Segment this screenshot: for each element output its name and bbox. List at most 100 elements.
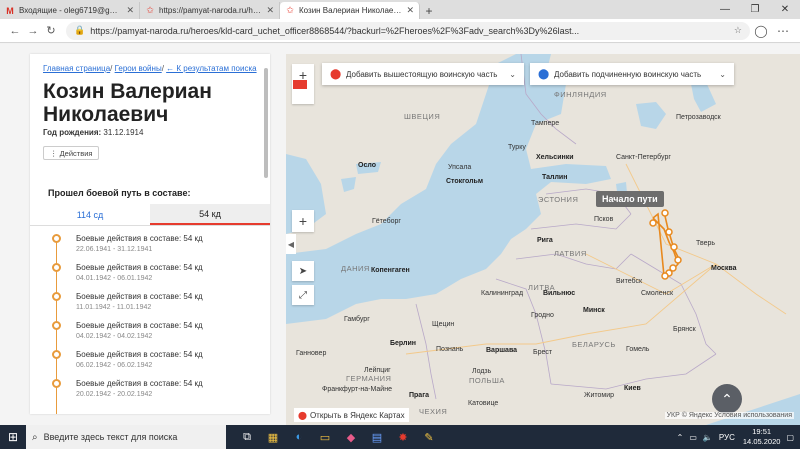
map-label-poznan: Познань: [436, 346, 464, 353]
red-marker-swatch: [293, 80, 307, 89]
profile-icon[interactable]: ◯: [750, 24, 772, 38]
map-label-pskov: Псков: [594, 216, 614, 223]
zoom-out-panel: +: [292, 210, 314, 232]
map-label-berlin: Берлин: [390, 340, 417, 347]
map-label-lodz: Лодзь: [472, 368, 492, 375]
map-label-minsk: Минск: [583, 307, 605, 314]
red-pin-icon: ⬤: [330, 68, 342, 80]
map-label-katowice: Катовице: [468, 400, 499, 407]
map-label-brest: Брест: [533, 349, 553, 356]
map-label-germany: ГЕРМАНИЯ: [346, 374, 392, 383]
map-label-denmark: ДАНИЯ: [341, 264, 370, 273]
map-copyright: УКР © Яндекс Условия использования: [664, 412, 794, 419]
collapse-panel-arrow-icon[interactable]: ◀: [286, 234, 296, 254]
map-label-tallinn: Таллин: [542, 174, 568, 181]
bookmark-star-icon[interactable]: ☆: [728, 25, 742, 36]
map-label-goteborg: Гётеборг: [372, 218, 401, 225]
map-label-latvia: ЛАТВИЯ: [554, 249, 587, 258]
forward-arrow-icon[interactable]: →: [24, 25, 42, 37]
chevron-down-icon: ⌄: [509, 69, 516, 79]
timeline-item[interactable]: Боевые действия в составе: 54 кд 20.02.1…: [30, 377, 270, 406]
map-label-bryansk: Брянск: [673, 326, 696, 333]
browser-tab-active[interactable]: ✩ Козин Валериан Николаевич ✕: [280, 2, 420, 19]
close-tab-icon[interactable]: ✕: [406, 5, 414, 16]
hero-card: Главная страница/ Герои войны/ ← К резул…: [30, 54, 270, 414]
app-icon-2[interactable]: ◆: [338, 425, 364, 449]
breadcrumb-back-to-results[interactable]: ← К результатам поиска: [166, 64, 256, 73]
map-label-spb: Санкт-Петербург: [616, 154, 671, 161]
close-tab-icon[interactable]: ✕: [266, 5, 274, 16]
timeline-dot: [52, 263, 61, 272]
new-tab-button[interactable]: +: [420, 2, 438, 19]
task-view-icon[interactable]: ⧉: [234, 425, 260, 449]
open-in-yandex-maps-link[interactable]: ⬤ Открыть в Яндекс Картах: [294, 408, 409, 422]
geolocation-button[interactable]: ➤: [292, 261, 314, 281]
breadcrumb-home[interactable]: Главная страница: [43, 64, 110, 73]
maximize-icon[interactable]: ❐: [740, 0, 770, 19]
close-window-icon[interactable]: ✕: [770, 0, 800, 19]
map-label-vitebsk: Витебск: [616, 278, 643, 285]
url-field[interactable]: 🔒 https://pamyat-naroda.ru/heroes/kld-ca…: [66, 21, 750, 40]
map-label-prague: Прага: [409, 392, 430, 399]
network-icon[interactable]: ▭: [689, 433, 697, 442]
star-icon: ✩: [286, 5, 294, 15]
tab-114-sd[interactable]: 114 сд: [30, 204, 150, 225]
card-scrollbar[interactable]: [264, 68, 268, 178]
fullscreen-button[interactable]: ⤢: [292, 285, 314, 305]
timeline-item[interactable]: Боевые действия в составе: 54 кд 04.01.1…: [30, 261, 270, 290]
search-icon: ⌕: [32, 431, 38, 443]
superior-unit-select[interactable]: ⬤ Добавить вышестоящую воинскую часть ⌄: [322, 63, 524, 85]
volume-icon[interactable]: 🔈: [703, 433, 713, 442]
app-icon-4[interactable]: ✸: [390, 425, 416, 449]
windows-start-icon[interactable]: ⊞: [0, 425, 26, 449]
timeline-item[interactable]: Боевые действия в составе: 54 кд 06.02.1…: [30, 348, 270, 377]
map-label-hamburg: Гамбург: [344, 316, 370, 323]
browser-tab-gmail[interactable]: M Входящие - oleg6719@gmail.co ✕: [0, 2, 140, 19]
taskbar-search[interactable]: ⌕ Введите здесь текст для поиска: [26, 425, 226, 449]
edge-icon[interactable]: ◐: [286, 425, 312, 449]
reload-icon[interactable]: ↻: [42, 24, 60, 37]
timeline-item[interactable]: Боевые действия в составе: 54 кд 04.02.1…: [30, 319, 270, 348]
back-arrow-icon[interactable]: ←: [6, 25, 24, 37]
tab-54-kd[interactable]: 54 кд: [150, 204, 270, 225]
combat-timeline: Боевые действия в составе: 54 кд 22.06.1…: [30, 232, 270, 414]
blue-pin-icon: ⬤: [538, 68, 550, 80]
combat-path-heading: Прошел боевой путь в составе:: [48, 188, 191, 198]
tray-arrow-icon[interactable]: ⌃: [677, 433, 684, 442]
map-label-belarus: БЕЛАРУСЬ: [572, 340, 616, 349]
zoom-out-button[interactable]: +: [292, 210, 314, 232]
notifications-icon[interactable]: ▢: [786, 433, 794, 442]
map-label-sweden: ШВЕЦИЯ: [404, 112, 441, 121]
unit-tabs: 114 сд 54 кд: [30, 204, 270, 226]
map-label-uppsala: Упсала: [448, 164, 472, 171]
explorer-icon[interactable]: ▭: [312, 425, 338, 449]
map-label-petrozavodsk: Петрозаводск: [676, 114, 721, 121]
subordinate-unit-select[interactable]: ⬤ Добавить подчиненную воинскую часть ⌄: [530, 63, 734, 85]
birth-date: Год рождения: 31.12.1914: [43, 128, 144, 137]
actions-button[interactable]: ⋮ Действия: [43, 146, 100, 160]
map-label-riga: Рига: [537, 237, 553, 244]
scroll-up-button[interactable]: ⌃: [712, 384, 742, 414]
pinned-apps: ⧉ ▦ ◐ ▭ ◆ ▤ ✸ ✎: [234, 425, 442, 449]
minimize-icon[interactable]: —: [710, 0, 740, 19]
app-icon-3[interactable]: ▤: [364, 425, 390, 449]
breadcrumb-heroes[interactable]: Герои войны: [115, 64, 162, 73]
path-start-label: Начало пути: [596, 191, 664, 207]
clock[interactable]: 19:51 14.05.2020: [743, 427, 781, 447]
timeline-dot: [52, 292, 61, 301]
timeline-item[interactable]: Боевые действия в составе: 54 кд 22.06.1…: [30, 232, 270, 261]
map-label-stockholm: Стокгольм: [446, 178, 484, 185]
battle-path-map[interactable]: ФИНЛЯНДИЯ ШВЕЦИЯ ЭСТОНИЯ ЛАТВИЯ ЛИТВА БЕ…: [286, 54, 800, 425]
timeline-dot: [52, 321, 61, 330]
app-icon-5[interactable]: ✎: [416, 425, 442, 449]
browser-tab-pamyat[interactable]: ✩ https://pamyat-naroda.ru/heroes ✕: [140, 2, 280, 19]
app-icon-1[interactable]: ▦: [260, 425, 286, 449]
timeline-item[interactable]: Боевые действия в составе: 54 кд 11.01.1…: [30, 290, 270, 319]
hero-name: Козин Валериан Николаевич: [43, 80, 212, 126]
map-label-copenhagen: Копенгаген: [371, 267, 410, 274]
keyboard-language[interactable]: РУС: [719, 433, 735, 442]
menu-dots-icon[interactable]: ⋯: [772, 24, 794, 38]
map-label-hannover: Ганновер: [296, 350, 327, 357]
map-label-finland: ФИНЛЯНДИЯ: [554, 90, 607, 99]
close-tab-icon[interactable]: ✕: [126, 5, 134, 16]
